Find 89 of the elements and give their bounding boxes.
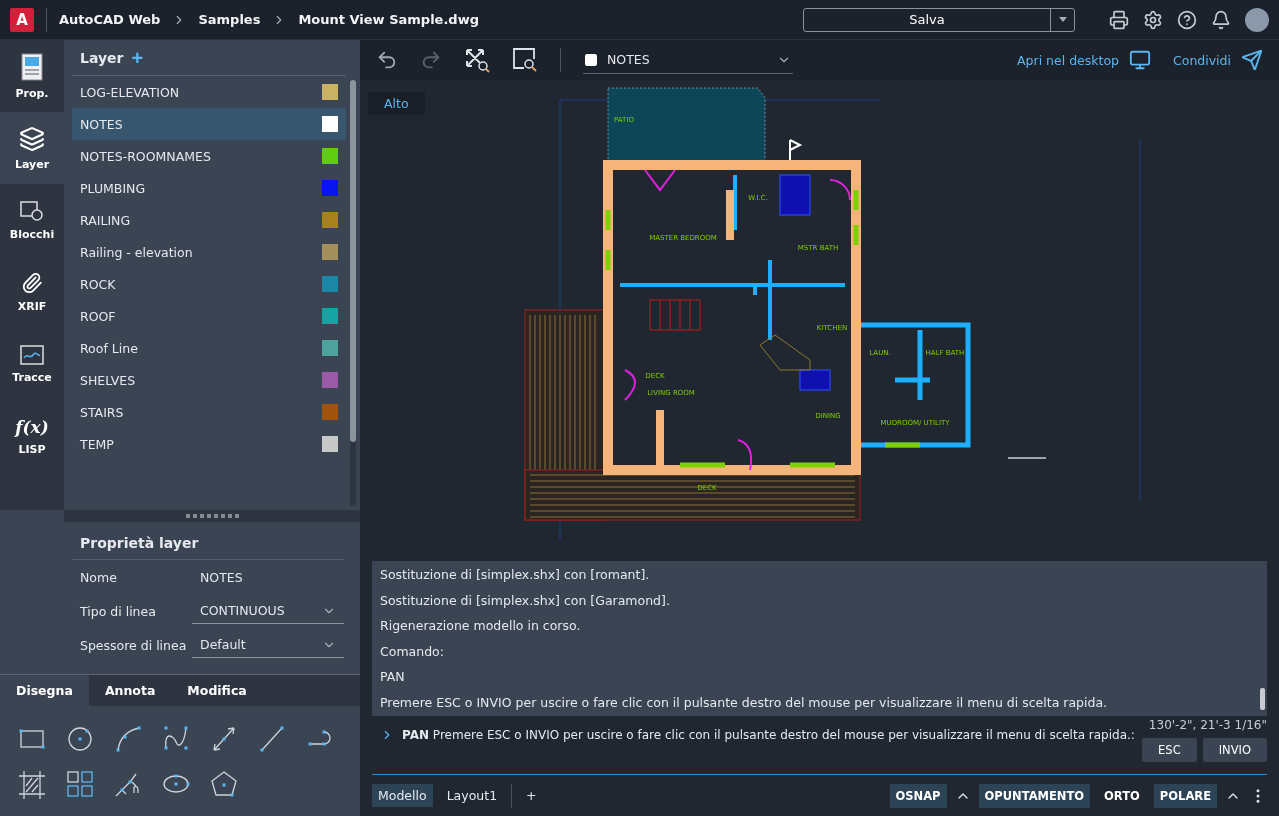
help-icon[interactable] [1177,9,1197,30]
paperclip-icon [21,271,43,294]
monitor-icon [1129,49,1151,71]
breadcrumb-item[interactable]: Samples [198,12,261,27]
redo-button[interactable] [420,49,442,71]
layer-color-swatch[interactable] [322,340,338,356]
caret-icon [1058,17,1067,22]
sidebar-tab[interactable]: Blocchi [0,184,64,256]
property-label: Spessore di linea [80,637,188,653]
tab[interactable]: Annota [88,675,172,706]
command-button[interactable]: INVIO [1202,738,1267,762]
command-prompt[interactable]: PAN Premere ESC o INVIO per uscire o fare clic con il pulsante destro del mouse per visualizzare il menu di scelta rapida.: [402,728,1135,742]
history-line: Rigenerazione modello in corso. [380,618,582,634]
bell-icon[interactable] [1211,9,1231,30]
form-icon [21,52,43,81]
tab[interactable]: Modifica [171,675,263,706]
settings-icon[interactable] [1143,9,1163,30]
image-icon [20,344,44,365]
app-logo[interactable]: A [10,7,34,32]
layer-color-swatch[interactable] [322,148,338,164]
property-dropdown[interactable]: CONTINUOUS [192,598,344,624]
status-toggle[interactable]: POLARE [1153,783,1217,808]
undo-button[interactable] [376,49,398,71]
history-line: PAN [380,669,406,685]
history-line: Comando: [380,643,445,659]
open-desktop-button[interactable]: Apri nel desktop [1017,49,1151,71]
sidebar-tab[interactable]: f(x) LISP [0,400,64,472]
view-label[interactable]: Alto [368,92,425,115]
status-toggle[interactable]: ORTO [1098,783,1146,808]
layers-icon [19,125,45,152]
layer-color-swatch[interactable] [322,116,338,132]
layer-color-swatch[interactable] [322,276,338,292]
history-line: Sostituzione di [simplex.shx] con [romant]. [380,567,651,582]
layer-row[interactable]: Railing - elevation [72,236,346,268]
history-line: Sostituzione di [simplex.shx] con [Garamond]. [380,592,671,608]
command-button[interactable]: ESC [1142,738,1197,762]
property-dropdown[interactable]: Default [192,632,344,658]
sidebar-tab[interactable]: Layer [0,112,64,184]
sidebar-tab[interactable]: Tracce [0,328,64,400]
layer-color-swatch[interactable] [322,372,338,388]
status-toggle[interactable]: OPUNTAMENTO [978,783,1091,808]
layer-row[interactable]: ROOF [72,300,346,332]
layer-row[interactable]: NOTES-ROOMNAMES [72,140,346,172]
breadcrumb-item[interactable]: Mount View Sample.dwg [298,12,479,27]
sidebar-tab[interactable]: XRIF [0,256,64,328]
layer-row[interactable]: PLUMBING [72,172,346,204]
layer-row[interactable]: SHELVES [72,364,346,396]
printer-icon[interactable] [1109,9,1129,30]
breadcrumb-item[interactable]: AutoCAD Web [59,12,161,27]
zoom-window-button[interactable] [512,47,538,73]
scrollbar-thumb[interactable] [350,80,356,443]
avatar[interactable] [1245,7,1269,32]
layer-row[interactable]: Roof Line [72,332,346,364]
coordinates: 130'-2", 21'-3 1/16" [1148,718,1267,732]
layer-dropdown[interactable]: NOTES [583,46,793,74]
layer-color-swatch[interactable] [322,180,338,196]
layer-color-swatch[interactable] [322,212,338,228]
layer-color-swatch[interactable] [322,436,338,452]
layer-row[interactable]: TEMP [72,428,346,460]
layout-tab[interactable]: Modello [372,784,433,807]
zoom-extents-button[interactable] [464,47,490,73]
property-label: Nome [80,569,118,585]
layer-row[interactable]: NOTES [72,108,346,140]
layout-tab[interactable]: Layout1 [440,784,504,807]
layer-row[interactable]: STAIRS [72,396,346,428]
scrollbar-thumb[interactable] [1260,688,1265,710]
property-value: NOTES [199,569,244,585]
layer-color-swatch[interactable] [322,404,338,420]
add-layout-button[interactable]: + [520,784,543,807]
panel-title: Proprietà layer [72,526,344,560]
sidebar-tab[interactable]: Prop. [0,40,64,112]
layer-color-swatch[interactable] [322,84,338,100]
property-label: Tipo di linea [80,603,157,619]
block-icon [20,199,44,222]
add-layer-button[interactable]: + [131,47,144,68]
grid-squares-icon [64,768,96,800]
layer-color-swatch[interactable] [322,244,338,260]
share-button[interactable]: Condividi [1173,49,1263,71]
history-line: Premere ESC o INVIO per uscire o fare clic con il pulsante destro del mouse per visualizzare il menu di scelta rapida. [380,694,1109,710]
panel-resize-handle[interactable] [64,510,360,522]
status-toggle[interactable]: OSNAP [889,783,947,808]
layer-row[interactable]: LOG-ELEVATION [72,76,346,108]
tab[interactable]: Disegna [0,675,89,706]
layer-color-swatch[interactable] [322,308,338,324]
layer-row[interactable]: RAILING [72,204,346,236]
layer-row[interactable]: ROCK [72,268,346,300]
paper-plane-icon [1241,49,1263,71]
hatch-icon [16,768,48,800]
panel-title: Layer [80,49,124,66]
